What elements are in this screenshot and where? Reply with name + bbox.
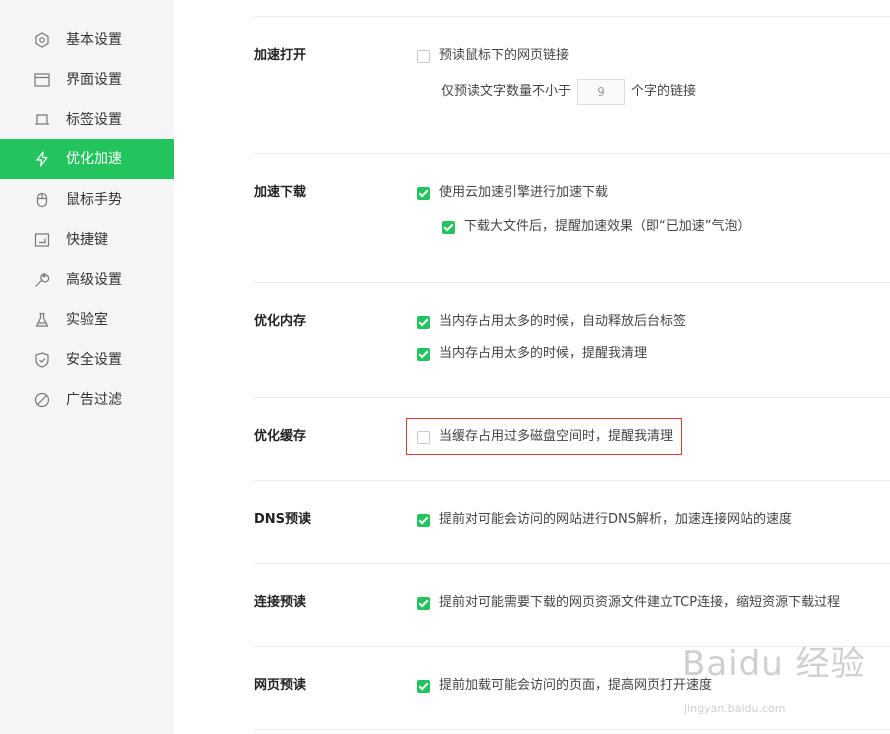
sidebar-item-shortcuts[interactable]: 快捷键 <box>0 220 174 260</box>
sidebar-item-label: 广告过滤 <box>66 392 122 408</box>
section-title-connect: 连接预读 <box>254 595 307 610</box>
sidebar-item-speed-optimization[interactable]: 优化加速 <box>0 139 174 179</box>
baidu-watermark: Baidu 经验 jingyan.baidu.com <box>682 636 866 715</box>
option-label: 提前加载可能会访问的页面，提高网页打开速度 <box>439 678 713 693</box>
section-title-speed-open: 加速打开 <box>254 48 307 63</box>
threshold-prefix-label: 仅预读文字数量不小于 <box>441 84 572 99</box>
tab-icon <box>35 114 49 125</box>
sidebar-item-security-settings[interactable]: 安全设置 <box>0 340 174 380</box>
option-memory-auto-release[interactable]: 当内存占用太多的时候，自动释放后台标签 <box>417 313 686 331</box>
section-divider <box>254 480 890 481</box>
sidebar-item-label: 安全设置 <box>66 352 122 368</box>
option-label: 提前对可能需要下载的网页资源文件建立TCP连接，缩短资源下载过程 <box>439 595 841 610</box>
section-divider <box>254 16 890 17</box>
sidebar-item-ad-filter[interactable]: 广告过滤 <box>0 380 174 420</box>
option-download-reminder[interactable]: 下载大文件后，提醒加速效果（即“已加速”气泡） <box>442 218 750 236</box>
sidebar-item-advanced-settings[interactable]: 高级设置 <box>0 260 174 300</box>
option-cloud-download[interactable]: 使用云加速引擎进行加速下载 <box>417 184 608 202</box>
section-divider <box>254 282 890 283</box>
section-divider <box>254 563 890 564</box>
checkbox-unchecked[interactable] <box>417 49 430 63</box>
sidebar-item-tab-settings[interactable]: 标签设置 <box>0 100 174 140</box>
sidebar-item-label: 快捷键 <box>66 232 108 248</box>
section-divider <box>254 153 890 154</box>
option-dns-prefetch[interactable]: 提前对可能会访问的网站进行DNS解析，加速连接网站的速度 <box>417 511 792 529</box>
section-title-speed-download: 加速下载 <box>254 185 307 200</box>
wrench-icon <box>35 273 50 287</box>
sidebar-item-label: 实验室 <box>66 312 108 328</box>
checkbox-checked[interactable] <box>417 596 430 610</box>
section-divider <box>254 729 890 730</box>
block-icon <box>34 392 50 408</box>
sidebar-item-lab[interactable]: 实验室 <box>0 300 174 340</box>
option-cache-remind[interactable]: 当缓存占用过多磁盘空间时，提醒我清理 <box>417 428 673 446</box>
option-tcp-preconnect[interactable]: 提前对可能需要下载的网页资源文件建立TCP连接，缩短资源下载过程 <box>417 594 840 612</box>
section-title-memory: 优化内存 <box>254 314 307 329</box>
sidebar-item-interface-settings[interactable]: 界面设置 <box>0 60 174 100</box>
flask-icon <box>35 312 49 327</box>
option-preload-hover-links[interactable]: 预读鼠标下的网页链接 <box>417 47 569 65</box>
option-label: 预读鼠标下的网页链接 <box>439 48 570 63</box>
settings-sidebar: 基本设置 界面设置 标签设置 优化加速 鼠标手势 快捷键 高级设置 实验室 安全… <box>0 0 174 734</box>
checkbox-checked[interactable] <box>417 513 430 527</box>
option-label: 当内存占用太多的时候，提醒我清理 <box>439 346 648 361</box>
option-page-prefetch[interactable]: 提前加载可能会访问的页面，提高网页打开速度 <box>417 677 712 695</box>
threshold-suffix-label: 个字的链接 <box>631 84 697 99</box>
preload-threshold-row: 仅预读文字数量不小于 9 个字的链接 <box>441 79 696 105</box>
settings-content: 加速打开 预读鼠标下的网页链接 仅预读文字数量不小于 9 个字的链接 加速下载 … <box>174 0 890 734</box>
section-title-dns: DNS预读 <box>254 512 312 527</box>
option-label: 下载大文件后，提醒加速效果（即“已加速”气泡） <box>464 219 751 234</box>
sidebar-item-label: 优化加速 <box>66 151 122 167</box>
sidebar-item-label: 高级设置 <box>66 272 122 288</box>
checkbox-checked[interactable] <box>417 186 430 200</box>
checkbox-unchecked[interactable] <box>417 430 430 444</box>
sidebar-item-mouse-gestures[interactable]: 鼠标手势 <box>0 180 174 220</box>
sidebar-item-label: 界面设置 <box>66 72 122 88</box>
option-label: 当缓存占用过多磁盘空间时，提醒我清理 <box>439 429 674 444</box>
mouse-icon <box>36 192 48 208</box>
option-memory-remind[interactable]: 当内存占用太多的时候，提醒我清理 <box>417 345 647 363</box>
section-divider <box>254 397 890 398</box>
option-label: 提前对可能会访问的网站进行DNS解析，加速连接网站的速度 <box>439 512 792 527</box>
sidebar-item-basic-settings[interactable]: 基本设置 <box>0 20 174 60</box>
watermark-logo-text: Baidu 经验 <box>682 644 866 684</box>
checkbox-checked[interactable] <box>442 220 455 234</box>
shield-icon <box>35 352 49 368</box>
keyboard-shortcut-icon <box>34 233 50 247</box>
hexagon-settings-icon <box>35 32 49 48</box>
option-label: 使用云加速引擎进行加速下载 <box>439 185 609 200</box>
option-label: 当内存占用太多的时候，自动释放后台标签 <box>439 314 687 329</box>
checkbox-checked[interactable] <box>417 347 430 361</box>
window-icon <box>34 73 50 87</box>
checkbox-checked[interactable] <box>417 315 430 329</box>
sidebar-item-label: 标签设置 <box>66 112 122 128</box>
watermark-url: jingyan.baidu.com <box>684 702 786 715</box>
lightning-icon <box>36 151 48 167</box>
checkbox-checked[interactable] <box>417 679 430 693</box>
section-title-cache: 优化缓存 <box>254 429 307 444</box>
threshold-number-input[interactable]: 9 <box>577 79 626 105</box>
section-title-page-prefetch: 网页预读 <box>254 678 307 693</box>
sidebar-item-label: 鼠标手势 <box>66 192 122 208</box>
sidebar-item-label: 基本设置 <box>66 32 122 48</box>
